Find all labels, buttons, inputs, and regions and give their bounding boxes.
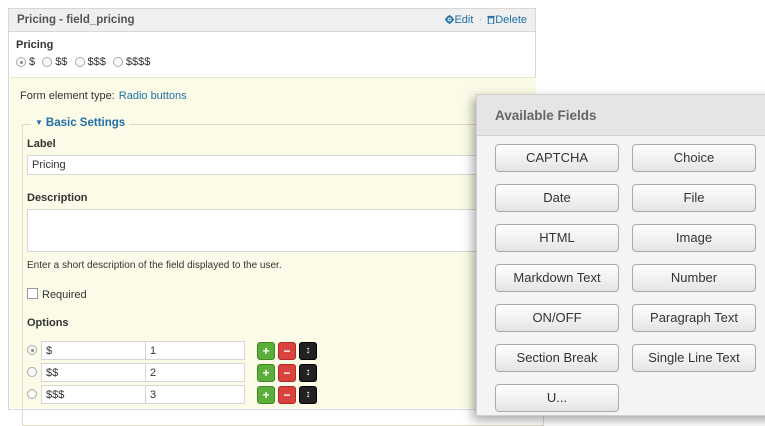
field-type-button-single-line-text[interactable]: Single Line Text [632, 344, 756, 372]
available-fields-header: Available Fields [477, 95, 765, 136]
edit-link[interactable]: Edit [445, 14, 476, 26]
add-option-button[interactable]: + [257, 342, 275, 360]
required-checkbox-row[interactable]: Required [27, 288, 87, 301]
action-separator: · [478, 14, 483, 26]
preview-radio-group: $ $$ $$$ $$$$ [16, 56, 154, 70]
form-element-type: Form element type: Radio buttons [20, 90, 187, 102]
option-default-radio[interactable] [27, 389, 37, 399]
preview-option-label: $ [29, 56, 36, 68]
field-header: Pricing - field_pricing Edit · Delete [9, 9, 535, 32]
field-type-button-on-off[interactable]: ON/OFF [495, 304, 619, 332]
remove-option-button[interactable]: − [278, 386, 296, 404]
description-textarea[interactable] [27, 209, 547, 252]
radio-button[interactable] [112, 57, 123, 67]
option-row: + − ↕ [27, 363, 327, 382]
option-label-input[interactable] [41, 363, 147, 382]
field-type-button-markdown-text[interactable]: Markdown Text [495, 264, 619, 292]
delete-label: Delete [495, 14, 527, 26]
preview-label: Pricing [16, 39, 54, 51]
drag-option-handle[interactable]: ↕ [299, 342, 317, 360]
description-label: Description [27, 192, 88, 204]
option-default-radio[interactable] [27, 367, 37, 377]
available-fields-title: Available Fields [495, 108, 597, 123]
option-value-input[interactable] [145, 363, 245, 382]
trash-icon [487, 15, 495, 25]
field-settings: Form element type: Radio buttons ▼ Basic S… [10, 77, 547, 426]
option-value-input[interactable] [145, 385, 245, 404]
remove-option-button[interactable]: − [278, 364, 296, 382]
delete-link[interactable]: Delete [484, 14, 527, 26]
option-label-input[interactable] [41, 341, 147, 360]
field-preview: Pricing $ $$ $$$ $$$$ [16, 39, 150, 68]
label-input[interactable] [27, 155, 547, 175]
preview-option-label: $$ [55, 56, 68, 68]
option-row: + − ↕ [27, 341, 327, 360]
field-type-button-image[interactable]: Image [632, 224, 756, 252]
required-checkbox[interactable] [27, 288, 38, 299]
field-type-button-date[interactable]: Date [495, 184, 619, 212]
preview-option[interactable]: $$$ [74, 56, 106, 68]
field-type-button-number[interactable]: Number [632, 264, 756, 292]
field-type-button-partial[interactable]: U... [495, 384, 619, 412]
preview-option-label: $$$ [87, 56, 106, 68]
edit-label: Edit [454, 14, 474, 26]
drag-option-handle[interactable]: ↕ [299, 386, 317, 404]
field-type-button-choice[interactable]: Choice [632, 144, 756, 172]
remove-option-button[interactable]: − [278, 342, 296, 360]
basic-settings-toggle[interactable]: ▼ Basic Settings [31, 117, 130, 129]
add-option-button[interactable]: + [257, 386, 275, 404]
field-type-button-file[interactable]: File [632, 184, 756, 212]
preview-option-label: $$$$ [125, 56, 151, 68]
form-element-type-label: Form element type: [20, 90, 115, 102]
description-help-text: Enter a short description of the field d… [27, 260, 282, 271]
option-value-input[interactable] [145, 341, 245, 360]
option-default-radio[interactable] [27, 345, 37, 355]
field-actions: Edit · Delete [445, 14, 527, 26]
available-fields-panel: Available Fields CAPTCHA Choice Date Fil… [476, 94, 765, 416]
preview-option[interactable]: $$ [42, 56, 67, 68]
preview-option[interactable]: $$$$ [112, 56, 151, 68]
field-title: Pricing - field_pricing [17, 14, 135, 26]
triangle-down-icon: ▼ [35, 118, 43, 127]
option-label-input[interactable] [41, 385, 147, 404]
basic-settings-fieldset: ▼Basic Settings Label Description Enter … [22, 117, 547, 426]
drag-option-handle[interactable]: ↕ [299, 364, 317, 382]
option-row: + − ↕ [27, 385, 327, 404]
field-type-button-section-break[interactable]: Section Break [495, 344, 619, 372]
field-type-button-captcha[interactable]: CAPTCHA [495, 144, 619, 172]
field-type-button-html[interactable]: HTML [495, 224, 619, 252]
label-field-label: Label [27, 138, 56, 150]
field-panel: Pricing - field_pricing Edit · Delete Pr… [8, 8, 547, 426]
radio-button[interactable] [42, 57, 53, 67]
options-label: Options [27, 317, 69, 329]
field-type-button-paragraph-text[interactable]: Paragraph Text [632, 304, 756, 332]
radio-button[interactable] [16, 57, 26, 67]
add-option-button[interactable]: + [257, 364, 275, 382]
basic-settings-legend: Basic Settings [45, 117, 126, 129]
radio-button[interactable] [74, 57, 85, 67]
required-label: Required [42, 289, 87, 301]
preview-option[interactable]: $ [16, 56, 35, 68]
form-element-type-link[interactable]: Radio buttons [119, 90, 187, 102]
